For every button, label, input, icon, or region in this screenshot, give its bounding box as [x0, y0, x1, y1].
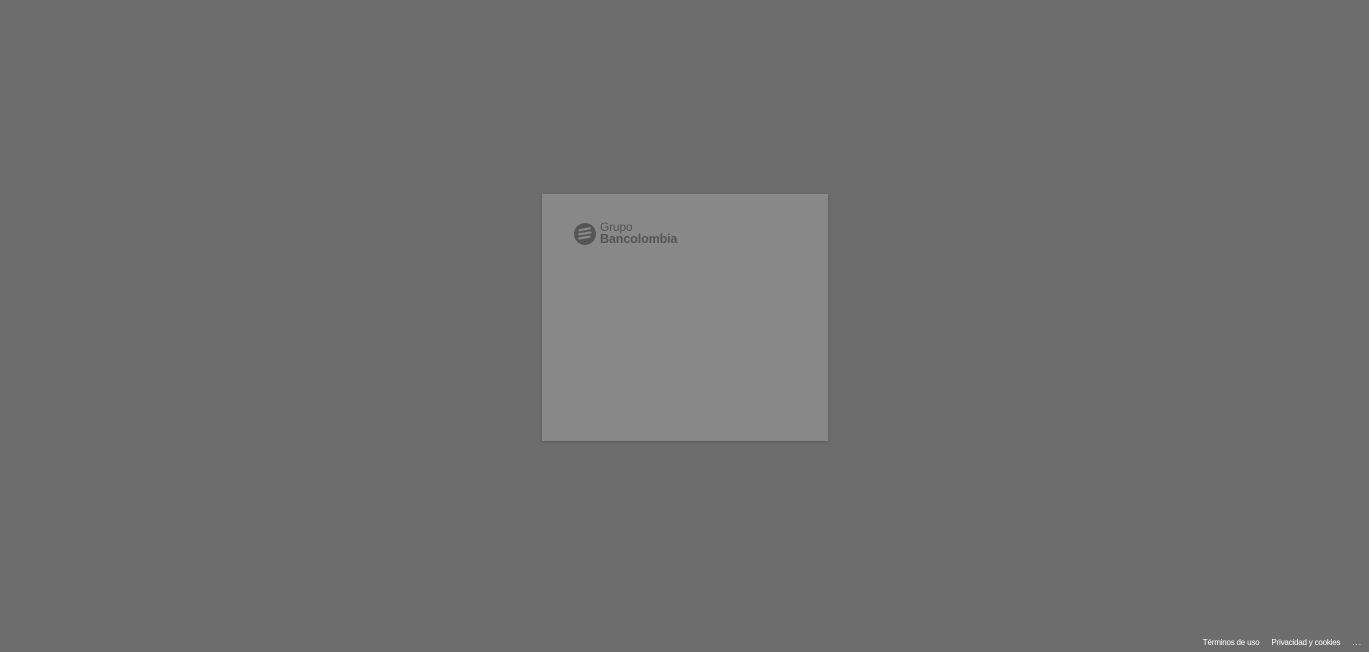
more-options-button[interactable]: ... [1352, 638, 1362, 647]
sign-in-page: Grupo Bancolombia Términos de uso Privac… [0, 0, 1369, 652]
logo-wordmark: Grupo Bancolombia [600, 221, 677, 246]
privacy-cookies-link[interactable]: Privacidad y cookies [1271, 638, 1340, 647]
sign-in-card: Grupo Bancolombia [542, 194, 828, 441]
logo-text-bancolombia: Bancolombia [600, 232, 678, 246]
bancolombia-logo-icon [574, 222, 596, 245]
company-logo: Grupo Bancolombia [573, 221, 677, 246]
page-footer: Términos de uso Privacidad y cookies ... [1191, 638, 1362, 647]
terms-of-use-link[interactable]: Términos de uso [1203, 638, 1260, 647]
